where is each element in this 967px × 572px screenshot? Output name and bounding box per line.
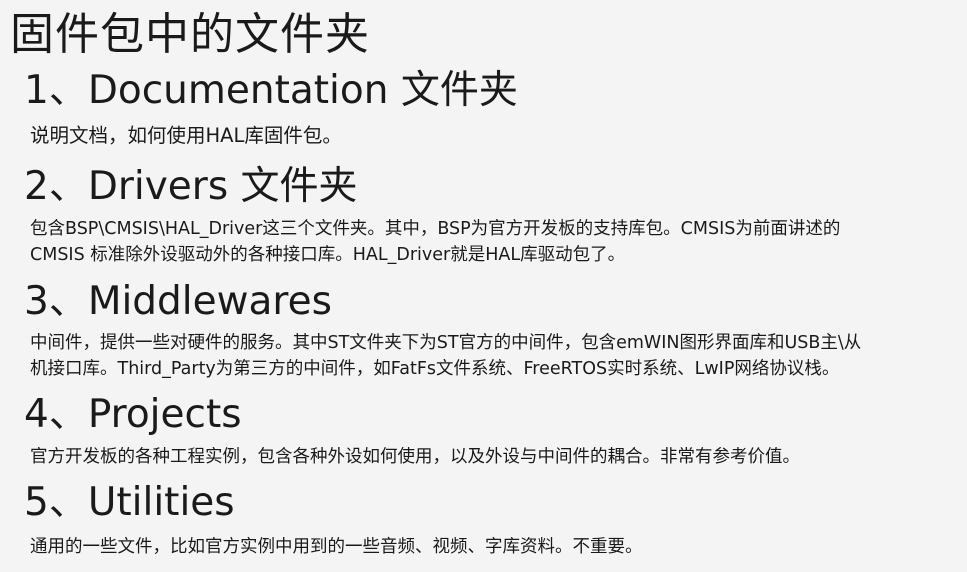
slide: 固件包中的文件夹 1、Documentation 文件夹 说明文档，如何使用HA…: [0, 0, 967, 572]
body-line: 机接口库。Third_Party为第三方的中间件，如FatFs文件系统、Free…: [30, 359, 840, 379]
section-body-drivers: 包含BSP\CMSIS\HAL_Driver这三个文件夹。其中，BSP为官方开发…: [30, 216, 840, 268]
body-line: 中间件，提供一些对硬件的服务。其中ST文件夹下为ST官方的中间件，包含emWIN…: [30, 333, 862, 353]
section-body-middlewares: 中间件，提供一些对硬件的服务。其中ST文件夹下为ST官方的中间件，包含emWIN…: [30, 330, 861, 382]
body-line: 通用的一些文件，比如官方实例中用到的一些音频、视频、字库资料。不重要。: [30, 537, 643, 557]
body-line: CMSIS 标准除外设驱动外的各种接口库。HAL_Driver就是HAL库驱动包…: [30, 245, 626, 265]
section-heading-projects: 4、Projects: [24, 392, 242, 437]
body-line: 官方开发板的各种工程实例，包含各种外设如何使用，以及外设与中间件的耦合。非常有参…: [30, 447, 800, 467]
section-heading-middlewares: 3、Middlewares: [24, 279, 332, 324]
page-title: 固件包中的文件夹: [10, 9, 370, 60]
section-heading-documentation: 1、Documentation 文件夹: [24, 68, 518, 113]
section-body-utilities: 通用的一些文件，比如官方实例中用到的一些音频、视频、字库资料。不重要。: [30, 534, 643, 560]
body-line: 说明文档，如何使用HAL库固件包。: [30, 124, 342, 147]
section-heading-utilities: 5、Utilities: [24, 480, 235, 525]
body-line: 包含BSP\CMSIS\HAL_Driver这三个文件夹。其中，BSP为官方开发…: [30, 219, 841, 239]
section-body-documentation: 说明文档，如何使用HAL库固件包。: [30, 123, 342, 149]
section-heading-drivers: 2、Drivers 文件夹: [24, 164, 358, 209]
section-body-projects: 官方开发板的各种工程实例，包含各种外设如何使用，以及外设与中间件的耦合。非常有参…: [30, 444, 800, 470]
